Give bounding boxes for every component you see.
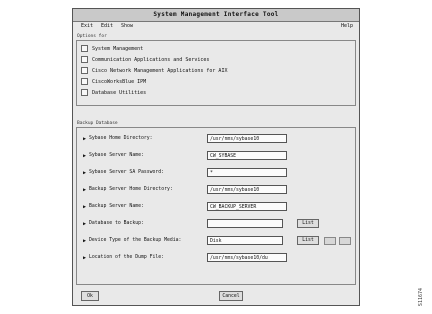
options-section-label: Options for xyxy=(77,34,107,39)
required-arrow-icon: ▶ xyxy=(83,153,87,159)
down-arrow-button[interactable] xyxy=(339,237,351,245)
sa-password-input[interactable]: * xyxy=(207,168,287,177)
options-panel: System Management Communication Applicat… xyxy=(76,40,356,106)
menu-exit[interactable]: Exit xyxy=(81,22,93,31)
field-label: Location of the Dump File: xyxy=(89,255,165,260)
field-backup-home: ▶ Backup Server Home Directory: xyxy=(83,185,173,195)
required-arrow-icon: ▶ xyxy=(83,204,87,210)
field-label: Sybase Server SA Password: xyxy=(89,170,165,175)
checkbox-icon[interactable] xyxy=(81,56,88,63)
menu-help[interactable]: Help xyxy=(341,22,353,31)
field-device-type: ▶ Device Type of the Backup Media: xyxy=(83,236,182,246)
checkbox-icon[interactable] xyxy=(81,89,88,96)
sybase-home-input[interactable]: /usr/nms/sybase10 xyxy=(207,134,287,143)
backup-home-input[interactable]: /usr/nms/sybase10 xyxy=(207,185,287,194)
menu-show[interactable]: Show xyxy=(121,22,133,31)
menu-edit[interactable]: Edit xyxy=(101,22,113,31)
backup-section-label: Backup Database xyxy=(77,121,118,126)
smit-window: System Management Interface Tool Exit Ed… xyxy=(72,8,360,306)
field-sa-password: ▶ Sybase Server SA Password: xyxy=(83,168,165,178)
field-dump-location: ▶ Location of the Dump File: xyxy=(83,253,165,263)
option-database-utilities[interactable]: Database Utilities xyxy=(81,89,146,97)
checkbox-icon[interactable] xyxy=(81,45,88,52)
option-label: CiscoWorksBlue IPM xyxy=(92,79,147,85)
checkbox-icon[interactable] xyxy=(81,78,88,85)
option-system-management[interactable]: System Management xyxy=(81,45,143,53)
field-sybase-home: ▶ Sybase Home Directory: xyxy=(83,134,153,144)
ok-button[interactable]: Ok xyxy=(81,291,99,301)
field-label: Sybase Home Directory: xyxy=(89,136,153,141)
option-label: Database Utilities xyxy=(92,90,147,96)
dump-location-input[interactable]: /usr/nms/sybase10/du xyxy=(207,253,287,262)
field-label: Device Type of the Backup Media: xyxy=(89,238,182,243)
option-label: Communication Applications and Services xyxy=(92,57,210,63)
database-list-button[interactable]: List xyxy=(297,219,319,228)
required-arrow-icon: ▶ xyxy=(83,221,87,227)
database-to-backup-input[interactable] xyxy=(207,219,283,228)
required-arrow-icon: ▶ xyxy=(83,136,87,142)
up-arrow-button[interactable] xyxy=(324,237,336,245)
required-arrow-icon: ▶ xyxy=(83,238,87,244)
device-type-input[interactable]: Disk xyxy=(207,236,283,245)
backup-server-input[interactable]: CW_BACKUP_SERVER xyxy=(207,202,287,211)
backup-panel: ▶ Sybase Home Directory: /usr/nms/sybase… xyxy=(76,127,356,285)
window-title: System Management Interface Tool xyxy=(73,9,359,22)
field-sybase-server: ▶ Sybase Server Name: xyxy=(83,151,144,161)
cancel-button[interactable]: Cancel xyxy=(219,291,243,301)
field-database-to-backup: ▶ Database to Backup: xyxy=(83,219,144,229)
option-label: System Management xyxy=(92,46,144,52)
field-label: Database to Backup: xyxy=(89,221,144,226)
sybase-server-input[interactable]: CW_SYBASE xyxy=(207,151,287,160)
field-backup-server: ▶ Backup Server Name: xyxy=(83,202,144,212)
figure-id: S11674 xyxy=(418,287,424,306)
required-arrow-icon: ▶ xyxy=(83,187,87,193)
device-list-button[interactable]: List xyxy=(297,236,319,245)
field-label: Sybase Server Name: xyxy=(89,153,144,158)
field-label: Backup Server Name: xyxy=(89,204,144,209)
option-label: Cisco Network Management Applications fo… xyxy=(92,68,228,74)
checkbox-icon[interactable] xyxy=(81,67,88,74)
option-ciscoworksblue-ipm[interactable]: CiscoWorksBlue IPM xyxy=(81,78,146,86)
field-label: Backup Server Home Directory: xyxy=(89,187,173,192)
menu-bar: Exit Edit Show Help xyxy=(73,22,359,31)
option-communication-apps[interactable]: Communication Applications and Services xyxy=(81,56,209,64)
required-arrow-icon: ▶ xyxy=(83,255,87,261)
required-arrow-icon: ▶ xyxy=(83,170,87,176)
option-cisco-network-mgmt[interactable]: Cisco Network Management Applications fo… xyxy=(81,67,227,75)
